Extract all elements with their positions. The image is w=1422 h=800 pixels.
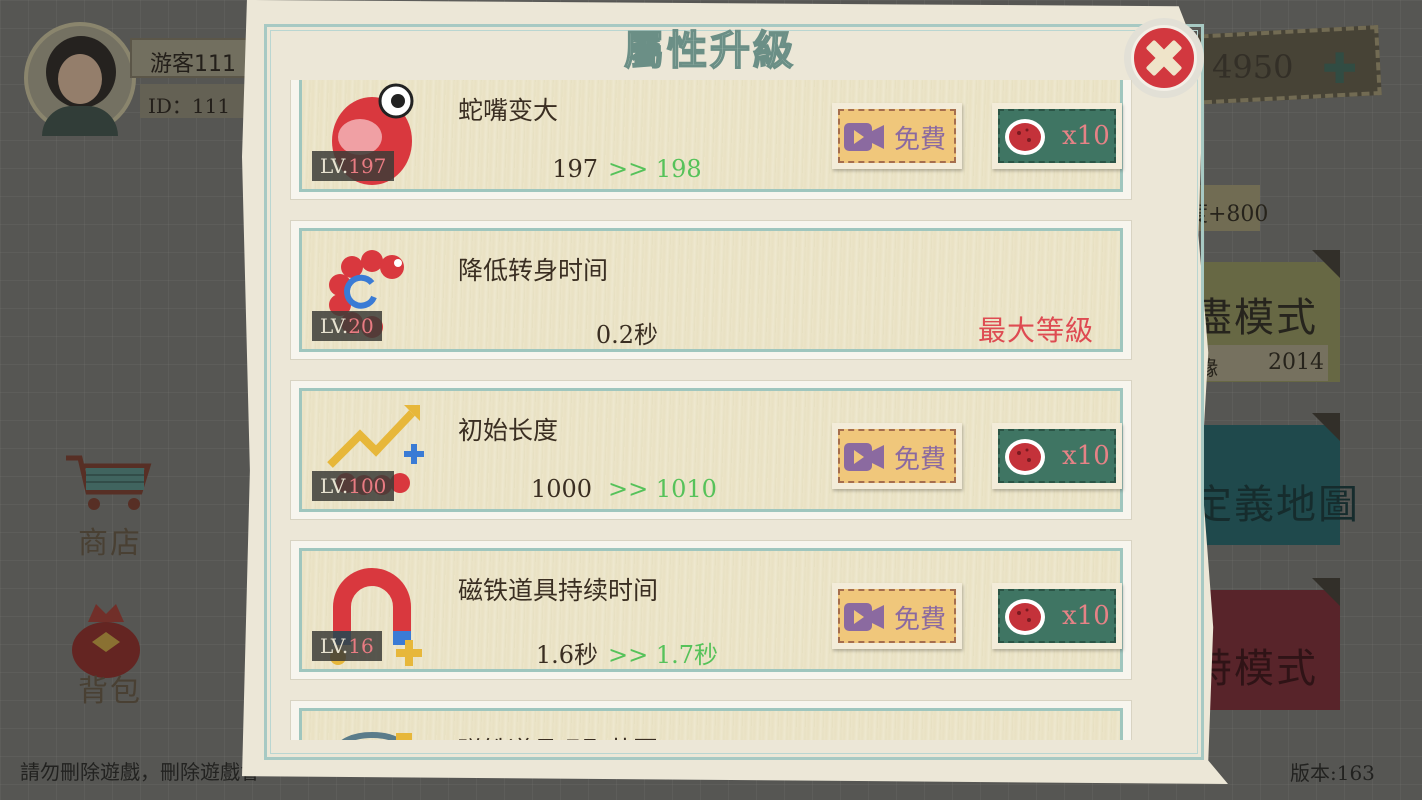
meat-gem-icon xyxy=(1005,119,1045,155)
level-tag: LV.16 xyxy=(312,631,382,661)
dialog-title: 屬性升級 xyxy=(623,27,796,75)
gem-upgrade-button-inner: x10 xyxy=(998,429,1116,483)
upgrade-title: 磁铁道具吸取范围 xyxy=(458,731,658,740)
level-number: 197 xyxy=(348,154,387,178)
video-icon xyxy=(844,123,884,151)
free-upgrade-button-inner: 免費 xyxy=(838,109,956,163)
level-tag: LV.100 xyxy=(312,471,395,501)
gem-upgrade-button-inner: x10 xyxy=(998,109,1116,163)
level-prefix: LV. xyxy=(320,154,349,178)
upgrade-title: 磁铁道具持续时间 xyxy=(458,576,659,605)
upgrade-item-panel: 磁铁道具吸取范围 xyxy=(299,708,1123,740)
level-tag: LV.20 xyxy=(312,311,382,341)
level-prefix: LV. xyxy=(320,634,349,658)
gem-cost-label: x10 xyxy=(1062,601,1110,631)
free-upgrade-label: 免費 xyxy=(894,445,947,475)
video-icon xyxy=(844,603,884,631)
meat-gem-icon xyxy=(1005,439,1045,475)
gem-upgrade-button[interactable]: x10 xyxy=(992,103,1122,169)
free-upgrade-label: 免費 xyxy=(894,605,947,635)
free-upgrade-label: 免費 xyxy=(894,125,947,155)
gem-cost-label: x10 xyxy=(1062,441,1110,471)
meat-gem-icon xyxy=(1005,599,1045,635)
free-upgrade-button[interactable]: 免費 xyxy=(832,583,962,649)
level-number: 20 xyxy=(348,314,374,338)
upgrade-item-mouth-size: LV.197 蛇嘴变大 197 >> 198 免費 x10 xyxy=(290,80,1132,200)
upgrade-item-magnet-range: 磁铁道具吸取范围 xyxy=(290,700,1132,740)
current-value: 197 xyxy=(552,155,598,183)
magnet-range-icon xyxy=(341,732,412,740)
upgrade-title: 初始长度 xyxy=(458,416,559,445)
gem-upgrade-button[interactable]: x10 xyxy=(992,583,1122,649)
free-upgrade-button-inner: 免費 xyxy=(838,589,956,643)
upgrade-item-turn-time: LV.20 降低转身时间 0.2秒 最大等級 xyxy=(290,220,1132,360)
level-tag: LV.197 xyxy=(312,151,395,181)
upgrade-title: 蛇嘴变大 xyxy=(458,96,559,125)
gem-upgrade-button-inner: x10 xyxy=(998,589,1116,643)
level-prefix: LV. xyxy=(320,474,349,498)
next-value: >> 1010 xyxy=(608,475,717,503)
free-upgrade-button-inner: 免費 xyxy=(838,429,956,483)
current-value: 1.6秒 xyxy=(535,641,598,669)
upgrade-item-panel: LV.197 蛇嘴变大 197 >> 198 免費 x10 xyxy=(299,80,1123,192)
current-value: 0.2秒 xyxy=(595,321,658,349)
level-number: 100 xyxy=(348,474,387,498)
next-value: >> 198 xyxy=(608,155,702,183)
free-upgrade-button[interactable]: 免費 xyxy=(832,423,962,489)
upgrade-item-panel: LV.20 降低转身时间 0.2秒 最大等級 xyxy=(299,228,1123,352)
max-level-label: 最大等級 xyxy=(977,314,1094,347)
upgrade-item-panel: LV.100 初始长度 1000 >> 1010 免費 x10 xyxy=(299,388,1123,512)
video-icon xyxy=(844,443,884,471)
upgrade-list[interactable]: LV.197 蛇嘴变大 197 >> 198 免費 x10 LV.20 降低转身… xyxy=(288,80,1134,740)
gem-cost-label: x10 xyxy=(1062,121,1110,151)
current-value: 1000 xyxy=(530,475,592,503)
upgrade-item-panel: LV.16 磁铁道具持续时间 1.6秒 >> 1.7秒 免費 x10 xyxy=(299,548,1123,672)
gem-upgrade-button[interactable]: x10 xyxy=(992,423,1122,489)
level-number: 16 xyxy=(348,634,374,658)
next-value: >> 1.7秒 xyxy=(608,641,719,669)
level-prefix: LV. xyxy=(320,314,349,338)
free-upgrade-button[interactable]: 免費 xyxy=(832,103,962,169)
upgrade-item-magnet-duration: LV.16 磁铁道具持续时间 1.6秒 >> 1.7秒 免費 x10 xyxy=(290,540,1132,680)
upgrade-title: 降低转身时间 xyxy=(458,256,609,285)
upgrade-item-initial-length: LV.100 初始长度 1000 >> 1010 免費 x10 xyxy=(290,380,1132,520)
